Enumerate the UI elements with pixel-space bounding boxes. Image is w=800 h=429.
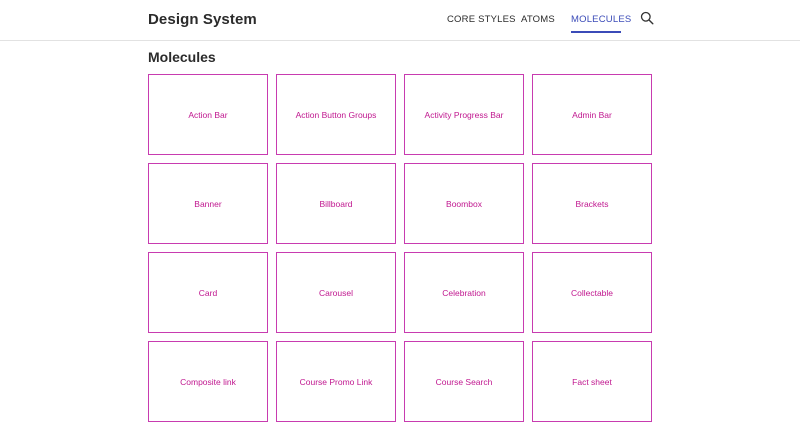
tile-label: Carousel bbox=[318, 287, 354, 298]
active-nav-indicator bbox=[571, 31, 621, 33]
tile-label: Banner bbox=[194, 198, 222, 209]
tile-label: Collectable bbox=[570, 287, 614, 298]
site-brand[interactable]: Design System bbox=[148, 11, 257, 28]
tile-label: Course Promo Link bbox=[299, 376, 373, 387]
tile-celebration[interactable]: Celebration bbox=[404, 252, 524, 333]
tile-label: Action Button Groups bbox=[295, 109, 377, 120]
tile-label: Fact sheet bbox=[572, 376, 612, 387]
top-navigation-bar: Design System CORE STYLES ATOMS MOLECULE… bbox=[0, 0, 800, 41]
tile-label: Celebration bbox=[442, 287, 486, 298]
tile-action-button-groups[interactable]: Action Button Groups bbox=[276, 74, 396, 155]
tile-label: Action Bar bbox=[188, 109, 228, 120]
nav-core-styles[interactable]: CORE STYLES bbox=[447, 14, 516, 25]
tile-label: Composite link bbox=[180, 376, 236, 387]
tile-carousel[interactable]: Carousel bbox=[276, 252, 396, 333]
tile-label: Card bbox=[198, 287, 218, 298]
tile-course-search[interactable]: Course Search bbox=[404, 341, 524, 422]
tile-banner[interactable]: Banner bbox=[148, 163, 268, 244]
tile-label: Course Search bbox=[435, 376, 493, 387]
tile-label: Billboard bbox=[319, 198, 353, 209]
tile-fact-sheet[interactable]: Fact sheet bbox=[532, 341, 652, 422]
tile-composite-link[interactable]: Composite link bbox=[148, 341, 268, 422]
tile-admin-bar[interactable]: Admin Bar bbox=[532, 74, 652, 155]
nav-atoms[interactable]: ATOMS bbox=[521, 14, 555, 25]
tile-action-bar[interactable]: Action Bar bbox=[148, 74, 268, 155]
tile-label: Activity Progress Bar bbox=[424, 109, 504, 120]
tile-label: Brackets bbox=[575, 198, 609, 209]
tile-collectable[interactable]: Collectable bbox=[532, 252, 652, 333]
search-icon[interactable] bbox=[640, 11, 654, 25]
tile-activity-progress-bar[interactable]: Activity Progress Bar bbox=[404, 74, 524, 155]
tile-card[interactable]: Card bbox=[148, 252, 268, 333]
tile-billboard[interactable]: Billboard bbox=[276, 163, 396, 244]
nav-molecules[interactable]: MOLECULES bbox=[571, 14, 631, 25]
page-title: Molecules bbox=[148, 49, 216, 65]
tile-brackets[interactable]: Brackets bbox=[532, 163, 652, 244]
tile-label: Boombox bbox=[446, 198, 482, 209]
molecules-grid: Action Bar Action Button Groups Activity… bbox=[148, 74, 652, 422]
tile-label: Admin Bar bbox=[572, 109, 612, 120]
tile-course-promo-link[interactable]: Course Promo Link bbox=[276, 341, 396, 422]
tile-boombox[interactable]: Boombox bbox=[404, 163, 524, 244]
